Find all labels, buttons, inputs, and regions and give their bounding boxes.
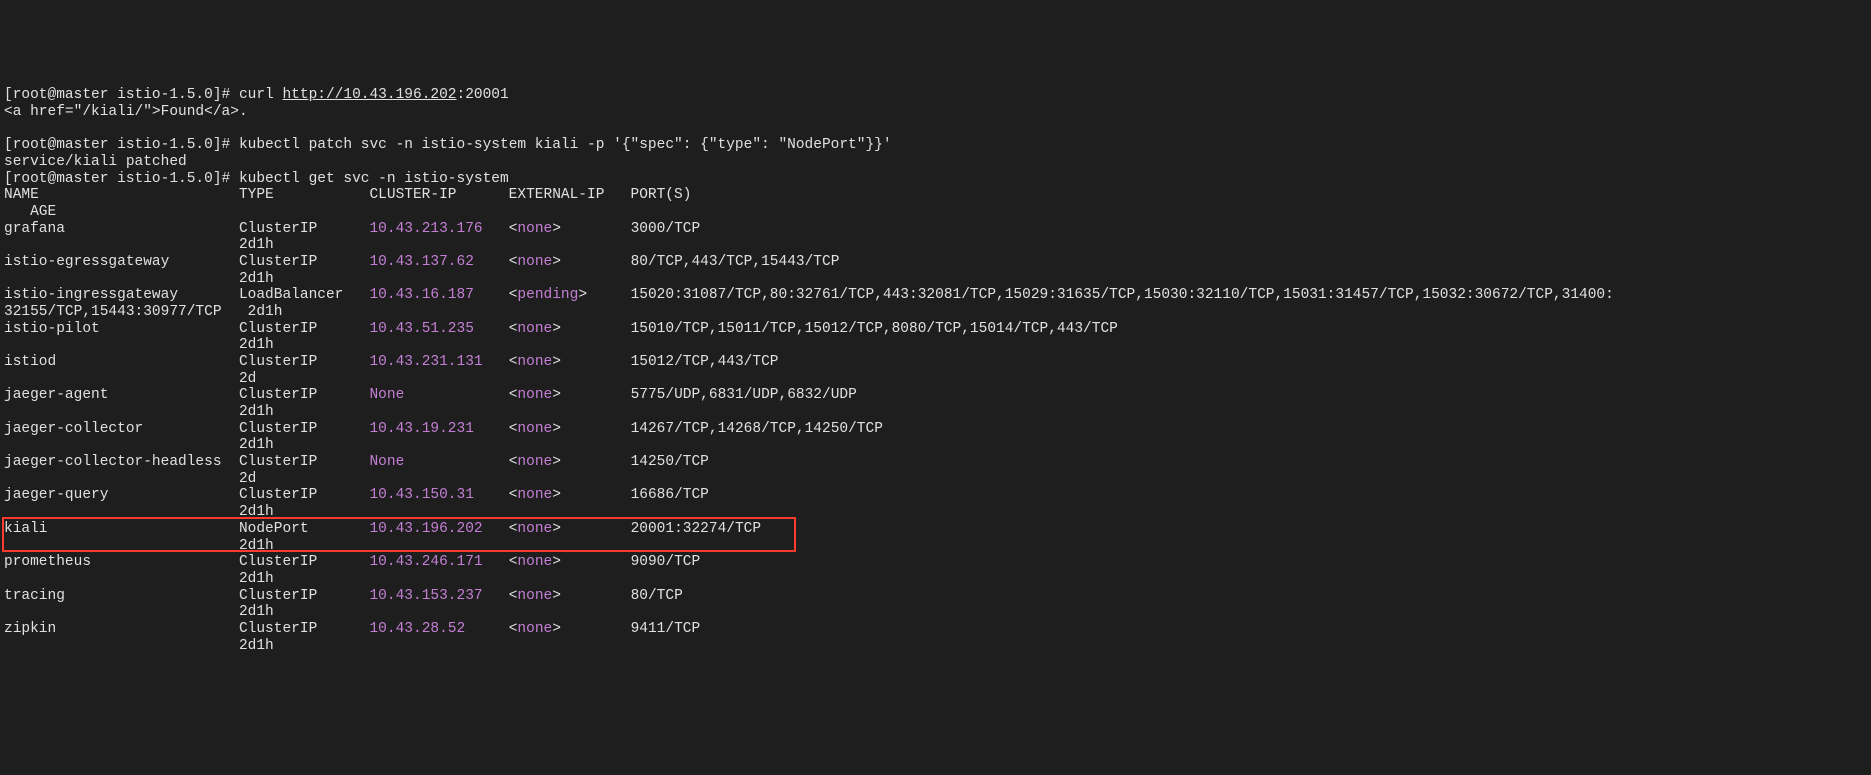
blank-line [4,121,13,137]
table-header-1: NAME TYPE CLUSTER-IP EXTERNAL-IP PORT(S) [4,187,691,203]
service-row: jaeger-collector ClusterIP 10.43.19.231 … [4,421,1867,438]
service-row: jaeger-collector-headless ClusterIP None… [4,454,1867,471]
shell-prompt: [root@master istio-1.5.0]# [4,137,239,153]
service-row-age: 2d1h [4,571,1867,588]
service-row-age: 2d1h [4,504,1867,521]
service-row-age: 2d [4,371,1867,388]
service-row-age: 2d1h [4,638,1867,655]
get-svc-cmd: kubectl get svc -n istio-system [239,171,509,187]
curl-response: <a href="/kiali/">Found</a>. [4,104,248,120]
service-row-age: 2d1h [4,538,1867,555]
service-row-age: 2d1h [4,271,1867,288]
curl-port: :20001 [457,87,509,103]
service-row: prometheus ClusterIP 10.43.246.171 <none… [4,554,1867,571]
patch-response: service/kiali patched [4,154,187,170]
curl-url: http://10.43.196.202 [282,87,456,103]
prompt-line-2: [root@master istio-1.5.0]# kubectl patch… [4,137,892,153]
service-row-age: 2d1h [4,437,1867,454]
prompt-line-3: [root@master istio-1.5.0]# kubectl get s… [4,171,509,187]
service-row-age: 2d1h [4,404,1867,421]
service-row-age: 2d1h [4,337,1867,354]
service-row: grafana ClusterIP 10.43.213.176 <none> 3… [4,221,1867,238]
service-row: zipkin ClusterIP 10.43.28.52 <none> 9411… [4,621,1867,638]
service-row-age: 2d1h [4,237,1867,254]
service-row: istio-pilot ClusterIP 10.43.51.235 <none… [4,321,1867,338]
service-row: istio-ingressgateway LoadBalancer 10.43.… [4,287,1867,304]
curl-cmd: curl [239,87,283,103]
service-row: tracing ClusterIP 10.43.153.237 <none> 8… [4,588,1867,605]
service-row-overflow: 32155/TCP,15443:30977/TCP 2d1h [4,304,1867,321]
service-table-body: grafana ClusterIP 10.43.213.176 <none> 3… [4,221,1867,654]
service-row: istiod ClusterIP 10.43.231.131 <none> 15… [4,354,1867,371]
service-row: kiali NodePort 10.43.196.202 <none> 2000… [4,521,1867,538]
service-row: jaeger-agent ClusterIP None <none> 5775/… [4,387,1867,404]
shell-prompt: [root@master istio-1.5.0]# [4,87,239,103]
service-row: jaeger-query ClusterIP 10.43.150.31 <non… [4,487,1867,504]
patch-cmd: kubectl patch svc -n istio-system kiali … [239,137,892,153]
table-header-2: AGE [4,204,56,220]
service-row: istio-egressgateway ClusterIP 10.43.137.… [4,254,1867,271]
service-row-age: 2d1h [4,604,1867,621]
service-row-age: 2d [4,471,1867,488]
prompt-line-1: [root@master istio-1.5.0]# curl http://1… [4,87,509,103]
terminal-output: [root@master istio-1.5.0]# curl http://1… [4,71,1867,688]
shell-prompt: [root@master istio-1.5.0]# [4,171,239,187]
